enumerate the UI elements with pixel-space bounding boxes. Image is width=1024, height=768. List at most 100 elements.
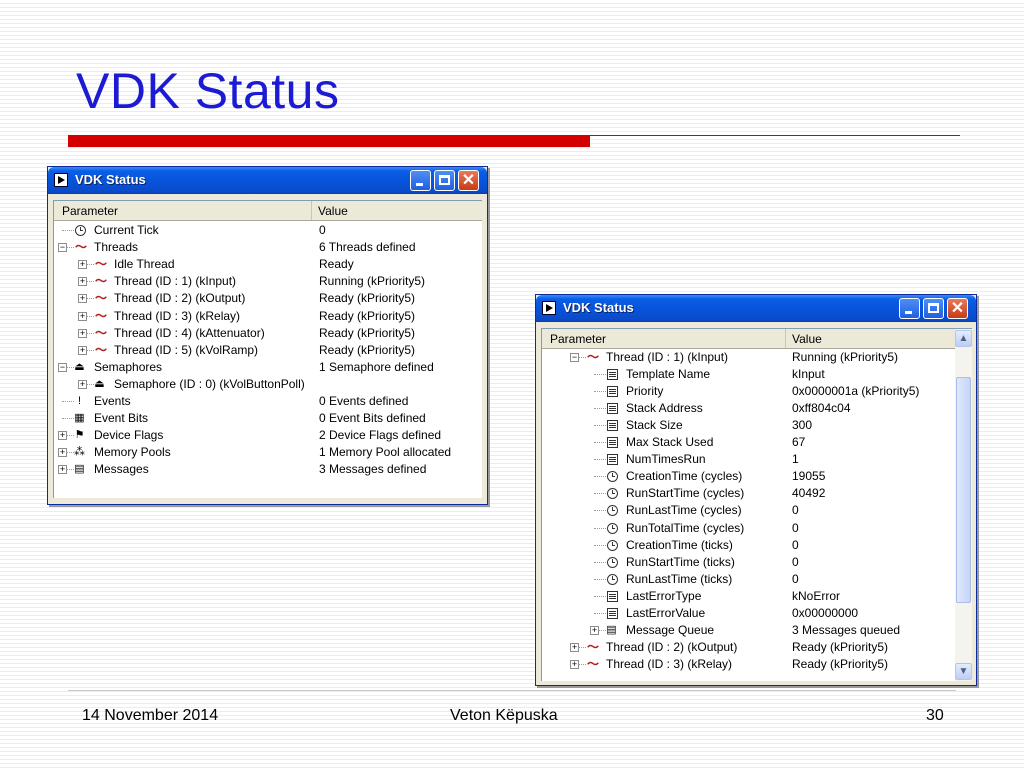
expand-icon[interactable]: + [58,448,67,458]
tree-row[interactable]: − 〜 Threads 6 Threads defined [54,239,482,256]
maximize-icon [439,175,450,185]
tree-row[interactable]: Current Tick 0 [54,222,482,239]
close-button[interactable]: ✕ [947,298,968,319]
tree-row[interactable]: Max Stack Used 67 [542,434,954,451]
property-icon [607,454,618,466]
tree-row[interactable]: RunLastTime (ticks) 0 [542,571,954,588]
expand-icon[interactable]: + [78,379,87,389]
scroll-up-button[interactable]: ▲ [955,330,972,347]
vertical-scrollbar[interactable]: ▲ ▼ [955,329,972,681]
tree-connector [594,459,606,461]
expand-icon[interactable]: + [58,465,67,475]
tree-row[interactable]: + 〜 Idle Thread Ready [54,256,482,273]
tree-row[interactable]: + ▤ Messages 3 Messages defined [54,461,482,478]
property-icon [607,386,618,398]
thread-icon: 〜 [94,274,107,289]
tree-row[interactable]: − ⏏ Semaphores 1 Semaphore defined [54,359,482,376]
maximize-button[interactable] [923,298,944,319]
maximize-icon [928,303,939,313]
tree-row[interactable]: + ⚑ Device Flags 2 Device Flags defined [54,427,482,444]
tree-row[interactable]: ! Events 0 Events defined [54,393,482,410]
tree-row[interactable]: + 〜 Thread (ID : 3) (kRelay) Ready (kPriori… [542,656,954,673]
column-header-value[interactable]: Value [312,201,348,220]
thread-icon: 〜 [94,257,107,272]
tree-row[interactable]: Stack Address 0xff804c04 [542,400,954,417]
tree-row[interactable]: + ▤ Message Queue 3 Messages queued [542,622,954,639]
tree-connector [594,408,606,410]
tree-row[interactable]: Stack Size 300 [542,417,954,434]
window-title-bar[interactable]: VDK Status ✕ [48,167,487,194]
clock-icon [607,505,618,517]
column-header-parameter[interactable]: Parameter [54,201,312,220]
tree-row[interactable]: NumTimesRun 1 [542,451,954,468]
parameter-value: 0x0000001a (kPriority5) [792,384,920,399]
window-title-bar[interactable]: VDK Status ✕ [536,295,976,322]
vdk-status-window-detail[interactable]: VDK Status ✕ Parameter Value − 〜 Thread (I… [535,294,977,686]
expand-icon[interactable]: + [78,345,87,355]
parameter-name: Event Bits [94,411,149,426]
parameter-value: kInput [792,367,825,382]
column-header-value[interactable]: Value [786,329,822,348]
expand-icon[interactable]: + [58,431,67,441]
tree-row[interactable]: Priority 0x0000001a (kPriority5) [542,383,954,400]
parameter-name: Thread (ID : 1) (kInput) [114,274,237,289]
collapse-icon[interactable]: − [58,243,67,253]
clock-icon [607,471,618,483]
collapse-icon[interactable]: − [570,353,579,362]
expand-icon[interactable]: + [570,659,579,669]
chevron-up-icon: ▲ [958,333,969,344]
tree-row[interactable]: LastErrorType kNoError [542,588,954,605]
footer-date: 14 November 2014 [82,707,219,724]
vdk-status-window-main[interactable]: VDK Status ✕ Parameter Value Current Tic… [47,166,488,505]
parameter-value: 3 Messages queued [792,622,901,637]
minimize-button[interactable] [899,298,920,319]
expand-icon[interactable]: + [78,260,87,270]
tree-row[interactable]: + 〜 Thread (ID : 1) (kInput) Running (kPrio… [54,273,482,290]
window-title: VDK Status [563,300,634,315]
expand-icon[interactable]: + [590,625,599,635]
tree-row[interactable]: − 〜 Thread (ID : 1) (kInput) Running (kPrio… [542,349,954,366]
tree-row[interactable]: + 〜 Thread (ID : 3) (kRelay) Ready (kPriori… [54,308,482,325]
expand-icon[interactable]: + [78,277,87,287]
tree-row[interactable]: Template Name kInput [542,366,954,383]
scroll-down-button[interactable]: ▼ [955,663,972,680]
tree-row[interactable]: + ⁂ Memory Pools 1 Memory Pool allocated [54,444,482,461]
tree-row[interactable]: RunTotalTime (cycles) 0 [542,520,954,537]
tree-row[interactable]: LastErrorValue 0x00000000 [542,605,954,622]
expand-icon[interactable]: + [78,294,87,304]
maximize-button[interactable] [434,170,455,191]
tree-row[interactable]: + 〜 Thread (ID : 4) (kAttenuator) Ready (kP… [54,325,482,342]
expand-icon[interactable]: + [78,328,87,338]
status-tree[interactable]: Parameter Value Current Tick 0 − 〜 Threads 6 … [53,200,482,498]
column-header-parameter[interactable]: Parameter [542,329,786,348]
parameter-name: Threads [94,240,139,255]
tree-connector [594,561,606,564]
parameter-value: 6 Threads defined [319,240,416,255]
column-header: Parameter Value [542,329,955,349]
tree-row[interactable]: + 〜 Thread (ID : 2) (kOutput) Ready (kPrior… [542,639,954,656]
parameter-value: 1 Memory Pool allocated [319,445,452,460]
tree-row[interactable]: RunStartTime (ticks) 0 [542,554,954,571]
tree-row[interactable]: CreationTime (ticks) 0 [542,537,954,554]
close-button[interactable]: ✕ [458,170,479,191]
tree-row[interactable]: + ⏏ Semaphore (ID : 0) (kVolButtonPoll) [54,376,482,393]
tree-row[interactable]: CreationTime (cycles) 19055 [542,468,954,485]
status-tree[interactable]: Parameter Value − 〜 Thread (ID : 1) (kInpu… [541,328,972,681]
scroll-thumb[interactable] [956,377,971,603]
tree-row[interactable]: ▦ Event Bits 0 Event Bits defined [54,410,482,427]
collapse-icon[interactable]: − [58,362,67,372]
property-icon [607,420,618,432]
tree-row[interactable]: + 〜 Thread (ID : 2) (kOutput) Ready (kPrior… [54,290,482,307]
tree-row[interactable]: + 〜 Thread (ID : 5) (kVolRamp) Ready (kPrio… [54,342,482,359]
expand-icon[interactable]: + [570,642,579,652]
tree-row[interactable]: RunStartTime (cycles) 40492 [542,485,954,502]
tree-row[interactable]: RunLastTime (cycles) 0 [542,502,954,519]
parameter-value: 0 [792,520,799,535]
clock-icon [75,225,86,236]
parameter-name: Priority [626,384,664,399]
minimize-button[interactable] [410,170,431,191]
parameter-value: 0 [792,554,799,569]
thread-icon: 〜 [586,656,599,671]
tree-connector [594,374,606,376]
expand-icon[interactable]: + [78,311,87,321]
